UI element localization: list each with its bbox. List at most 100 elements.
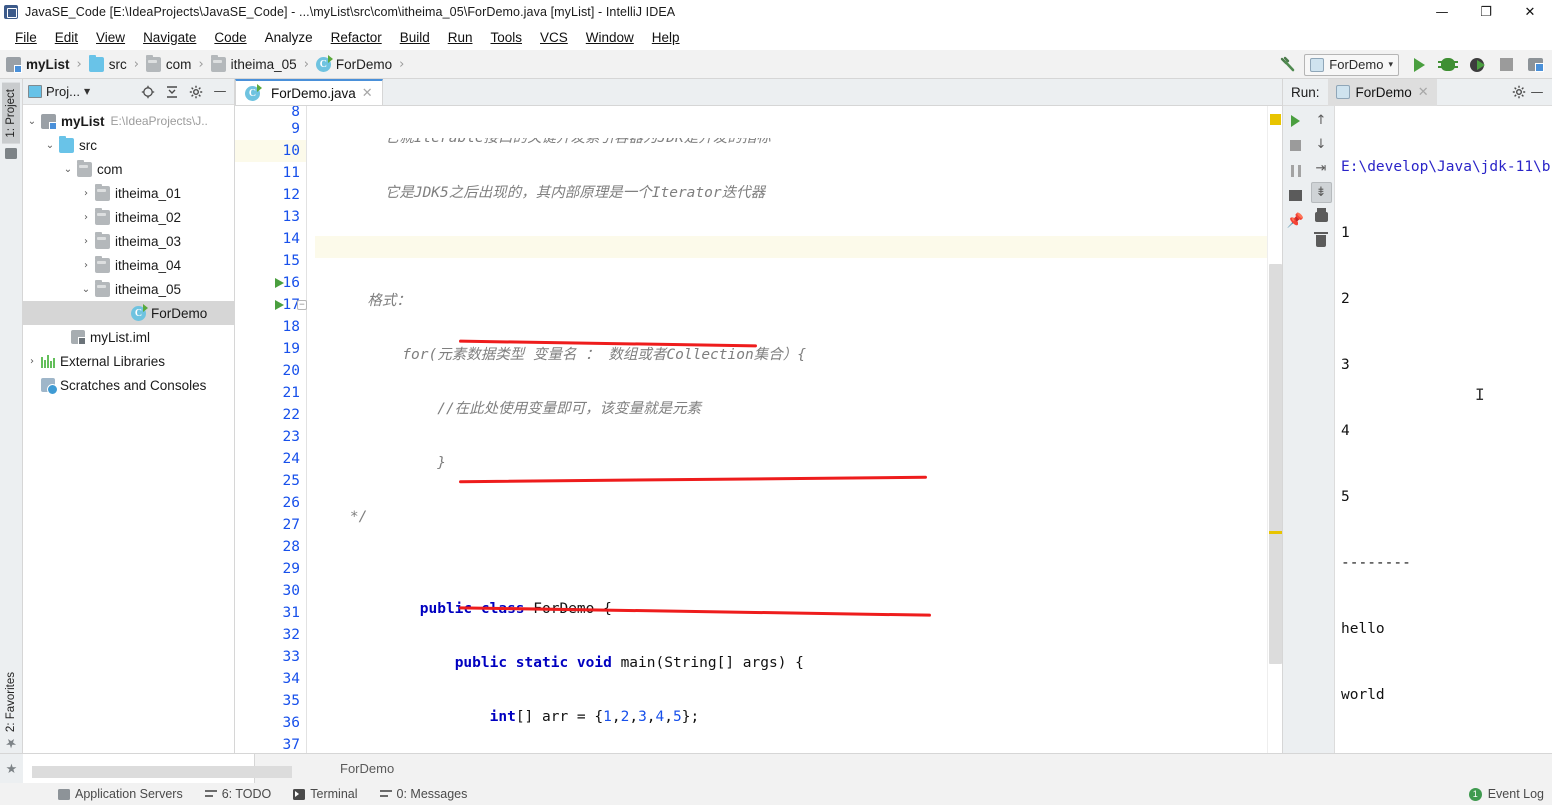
- fold-marker-icon[interactable]: −: [297, 300, 307, 310]
- twisty-icon[interactable]: ⌄: [59, 164, 77, 175]
- code-token: ,: [629, 709, 639, 725]
- status-item-application-servers[interactable]: Application Servers: [58, 787, 183, 801]
- tree-item-external-libraries[interactable]: › External Libraries: [23, 349, 234, 373]
- settings-gear-icon[interactable]: [187, 83, 205, 101]
- run-configuration-selector[interactable]: ForDemo ▾: [1304, 53, 1399, 76]
- code-editor[interactable]: 8 9 10 11 12 13 14 15 16 17− 18 19 20 21…: [235, 106, 1282, 753]
- menu-build[interactable]: Build: [391, 28, 439, 47]
- change-marker[interactable]: [1269, 531, 1282, 534]
- scroll-to-end-button[interactable]: ⇟: [1310, 182, 1332, 203]
- debug-button[interactable]: [1435, 53, 1461, 77]
- tree-item-src[interactable]: ⌄ src: [23, 133, 234, 157]
- tree-item-scratches[interactable]: Scratches and Consoles: [23, 373, 234, 397]
- update-running-app-button[interactable]: [1522, 53, 1548, 77]
- print-button[interactable]: [1311, 206, 1332, 227]
- tree-item-mylist-iml[interactable]: myList.iml: [23, 325, 234, 349]
- pause-button[interactable]: [1285, 160, 1306, 181]
- soft-wrap-button[interactable]: ⇥: [1311, 158, 1332, 179]
- tree-item-itheima05[interactable]: ⌄ itheima_05: [23, 277, 234, 301]
- clear-all-button[interactable]: [1311, 230, 1332, 251]
- twisty-icon[interactable]: ›: [77, 260, 95, 271]
- tree-item-mylist[interactable]: ⌄ myList E:\IdeaProjects\J..: [23, 109, 234, 133]
- maximize-button[interactable]: ❐: [1464, 0, 1508, 24]
- breadcrumb-item-src[interactable]: src: [88, 54, 130, 72]
- stop-button[interactable]: [1493, 53, 1519, 77]
- tree-item-itheima01[interactable]: › itheima_01: [23, 181, 234, 205]
- breadcrumb-item-mylist[interactable]: myList: [6, 56, 73, 73]
- gutter-line: 13: [235, 206, 306, 228]
- down-arrow-button[interactable]: ↓: [1311, 134, 1332, 155]
- status-item-messages[interactable]: 0: Messages: [379, 787, 467, 801]
- status-label-event-log[interactable]: Event Log: [1488, 787, 1544, 801]
- twisty-icon[interactable]: ⌄: [23, 116, 41, 127]
- close-icon[interactable]: ✕: [362, 86, 373, 101]
- menu-file[interactable]: File: [6, 28, 46, 47]
- warning-marker[interactable]: [1270, 114, 1281, 125]
- menu-analyze[interactable]: Analyze: [256, 28, 322, 47]
- tree-item-itheima04[interactable]: › itheima_04: [23, 253, 234, 277]
- minimize-button[interactable]: —: [1420, 0, 1464, 24]
- locate-icon[interactable]: [139, 83, 157, 101]
- up-arrow-button[interactable]: ↑: [1311, 110, 1332, 131]
- run-button[interactable]: [1406, 53, 1432, 77]
- favorites-star-icon[interactable]: ★: [0, 754, 23, 783]
- menu-help[interactable]: Help: [643, 28, 689, 47]
- iml-file-icon: [71, 330, 86, 345]
- stop-button[interactable]: [1285, 135, 1306, 156]
- run-gutter-icon[interactable]: [275, 278, 284, 288]
- menu-edit[interactable]: Edit: [46, 28, 87, 47]
- menu-run[interactable]: Run: [439, 28, 482, 47]
- intellij-idea-window: JavaSE_Code [E:\IdeaProjects\JavaSE_Code…: [0, 0, 1552, 805]
- sidebar-tab-project[interactable]: 1: Project: [2, 83, 20, 144]
- settings-gear-icon[interactable]: [1510, 83, 1528, 101]
- tree-item-fordemo[interactable]: C ForDemo: [23, 301, 234, 325]
- menu-tools[interactable]: Tools: [482, 28, 532, 47]
- menu-vcs[interactable]: VCS: [531, 28, 577, 47]
- libraries-icon: [41, 354, 55, 368]
- status-item-todo[interactable]: 6: TODO: [204, 787, 271, 801]
- tree-item-itheima03[interactable]: › itheima_03: [23, 229, 234, 253]
- hide-panel-icon[interactable]: —: [1528, 83, 1546, 101]
- sidebar-tab-favorites[interactable]: 2: Favorites: [2, 666, 20, 738]
- run-tab-fordemo[interactable]: ForDemo ✕: [1327, 78, 1437, 106]
- coverage-button[interactable]: [1464, 53, 1490, 77]
- code-line: 格式：: [315, 290, 1267, 312]
- twisty-icon[interactable]: ⌄: [41, 140, 59, 151]
- pin-button[interactable]: 📌: [1285, 210, 1306, 231]
- status-item-terminal[interactable]: Terminal: [293, 787, 358, 801]
- messages-icon: [379, 789, 392, 800]
- menu-window[interactable]: Window: [577, 28, 643, 47]
- layout-button[interactable]: [1285, 185, 1306, 206]
- menu-code[interactable]: Code: [205, 28, 255, 47]
- breadcrumb-item-com[interactable]: com: [145, 54, 195, 72]
- twisty-icon[interactable]: ⌄: [77, 284, 95, 295]
- console-output[interactable]: E:\develop\Java\jdk-11\b 1 2 3 4 5 -----…: [1335, 106, 1552, 753]
- breadcrumb-item-itheima05[interactable]: itheima_05: [210, 54, 300, 72]
- close-button[interactable]: ✕: [1508, 0, 1552, 24]
- menu-view[interactable]: View: [87, 28, 134, 47]
- tree-item-com[interactable]: ⌄ com: [23, 157, 234, 181]
- editor-gutter[interactable]: 8 9 10 11 12 13 14 15 16 17− 18 19 20 21…: [235, 106, 307, 753]
- rerun-button[interactable]: [1285, 110, 1306, 131]
- hide-panel-icon[interactable]: —: [211, 83, 229, 101]
- code-content[interactable]: 它就Iterable接口的关键开发索引容器为JDK是开发的指标 它是JDK5之后…: [307, 106, 1267, 753]
- breadcrumb-item-fordemo[interactable]: C ForDemo: [315, 54, 395, 72]
- editor-scrollbar-thumb[interactable]: [1269, 264, 1282, 664]
- project-panel-title[interactable]: Proj... ▼: [28, 84, 90, 99]
- twisty-icon[interactable]: ›: [77, 236, 95, 247]
- editor-tab-fordemo-java[interactable]: C ForDemo.java ✕: [235, 79, 383, 105]
- twisty-icon[interactable]: ›: [77, 212, 95, 223]
- menu-refactor[interactable]: Refactor: [322, 28, 391, 47]
- build-hammer-icon[interactable]: [1275, 53, 1301, 77]
- editor-marker-strip[interactable]: [1267, 106, 1282, 753]
- close-icon[interactable]: ✕: [1418, 85, 1429, 100]
- line-number: 15: [282, 253, 300, 269]
- folder-icon: [95, 279, 110, 297]
- tree-item-itheima02[interactable]: › itheima_02: [23, 205, 234, 229]
- run-gutter-icon[interactable]: [275, 300, 284, 310]
- twisty-icon[interactable]: ›: [23, 356, 41, 367]
- editor-tab-bar: C ForDemo.java ✕: [235, 79, 1282, 106]
- collapse-all-icon[interactable]: [163, 83, 181, 101]
- twisty-icon[interactable]: ›: [77, 188, 95, 199]
- menu-navigate[interactable]: Navigate: [134, 28, 205, 47]
